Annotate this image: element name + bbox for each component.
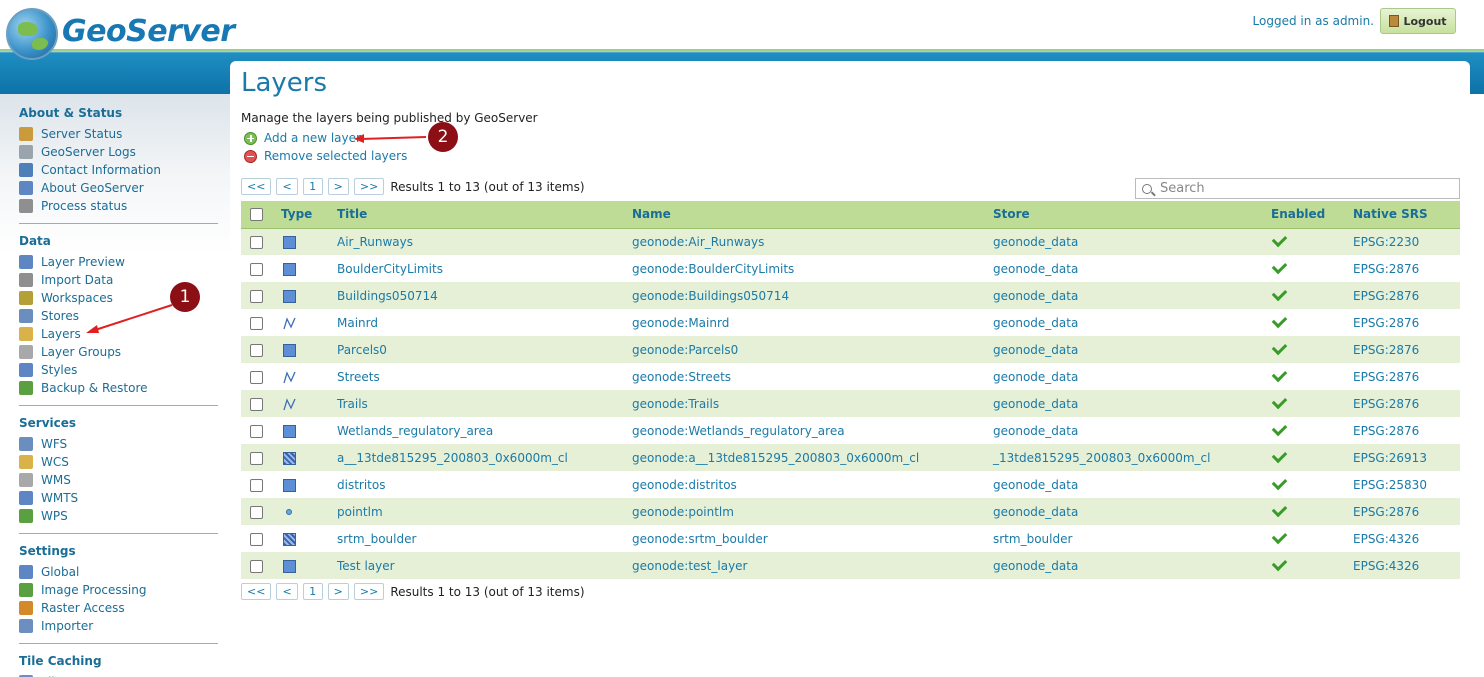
annotation-badge-2: 2	[428, 122, 458, 152]
annotation-overlay	[86, 134, 427, 333]
annotation-arrow-2	[359, 136, 427, 140]
annotation-arrowhead-2	[354, 134, 364, 143]
annotation-arrow-1	[91, 304, 173, 332]
annotation-badge-1: 1	[170, 282, 200, 312]
annotation-arrowhead-1	[86, 325, 99, 333]
